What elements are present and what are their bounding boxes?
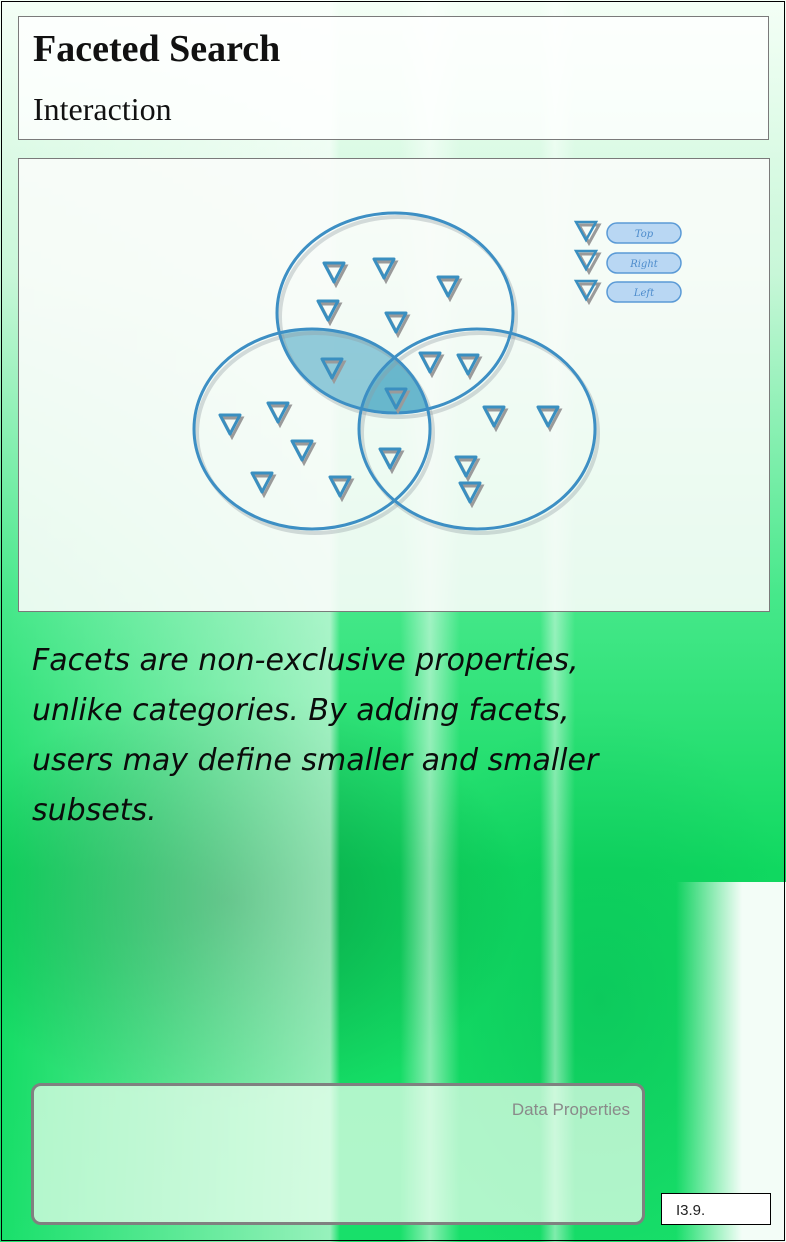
item-marker-11 xyxy=(266,401,293,429)
venn-figure-panel: Top Right Left xyxy=(18,158,770,612)
venn-diagram: Top Right Left xyxy=(192,211,682,535)
item-marker-16 xyxy=(482,405,509,433)
item-marker-15 xyxy=(378,447,405,475)
item-marker-7 xyxy=(418,351,445,379)
item-marker-19 xyxy=(458,481,485,509)
description-text: Facets are non-exclusive properties, unl… xyxy=(32,643,599,828)
item-marker-8 xyxy=(456,353,483,381)
legend-label-top: Top xyxy=(635,229,654,240)
item-marker-5 xyxy=(384,311,411,339)
item-marker-10 xyxy=(218,413,245,441)
item-marker-1 xyxy=(322,261,349,289)
item-marker-3 xyxy=(436,275,463,303)
legend-item-right[interactable]: Right xyxy=(573,249,682,276)
item-marker-2 xyxy=(372,257,399,285)
data-properties-label: Data Properties xyxy=(511,1100,630,1119)
title-panel: Faceted Search Interaction xyxy=(18,16,769,140)
page-title: Faceted Search xyxy=(33,28,281,70)
item-marker-17 xyxy=(536,405,563,433)
legend-label-left: Left xyxy=(633,288,655,299)
item-marker-12 xyxy=(290,439,317,467)
background-glow xyxy=(676,882,786,1242)
legend-item-top[interactable]: Top xyxy=(573,220,682,247)
legend-label-right: Right xyxy=(629,259,659,270)
item-marker-13 xyxy=(250,471,277,499)
item-marker-14 xyxy=(328,475,355,503)
page-subtitle: Interaction xyxy=(33,91,172,127)
card-code: I3.9. xyxy=(661,1193,771,1225)
facet-legend: Top Right Left xyxy=(573,220,682,306)
item-marker-18 xyxy=(454,455,481,483)
legend-item-left[interactable]: Left xyxy=(573,279,682,306)
data-properties-panel: Data Properties xyxy=(31,1083,645,1225)
item-marker-4 xyxy=(316,299,343,327)
